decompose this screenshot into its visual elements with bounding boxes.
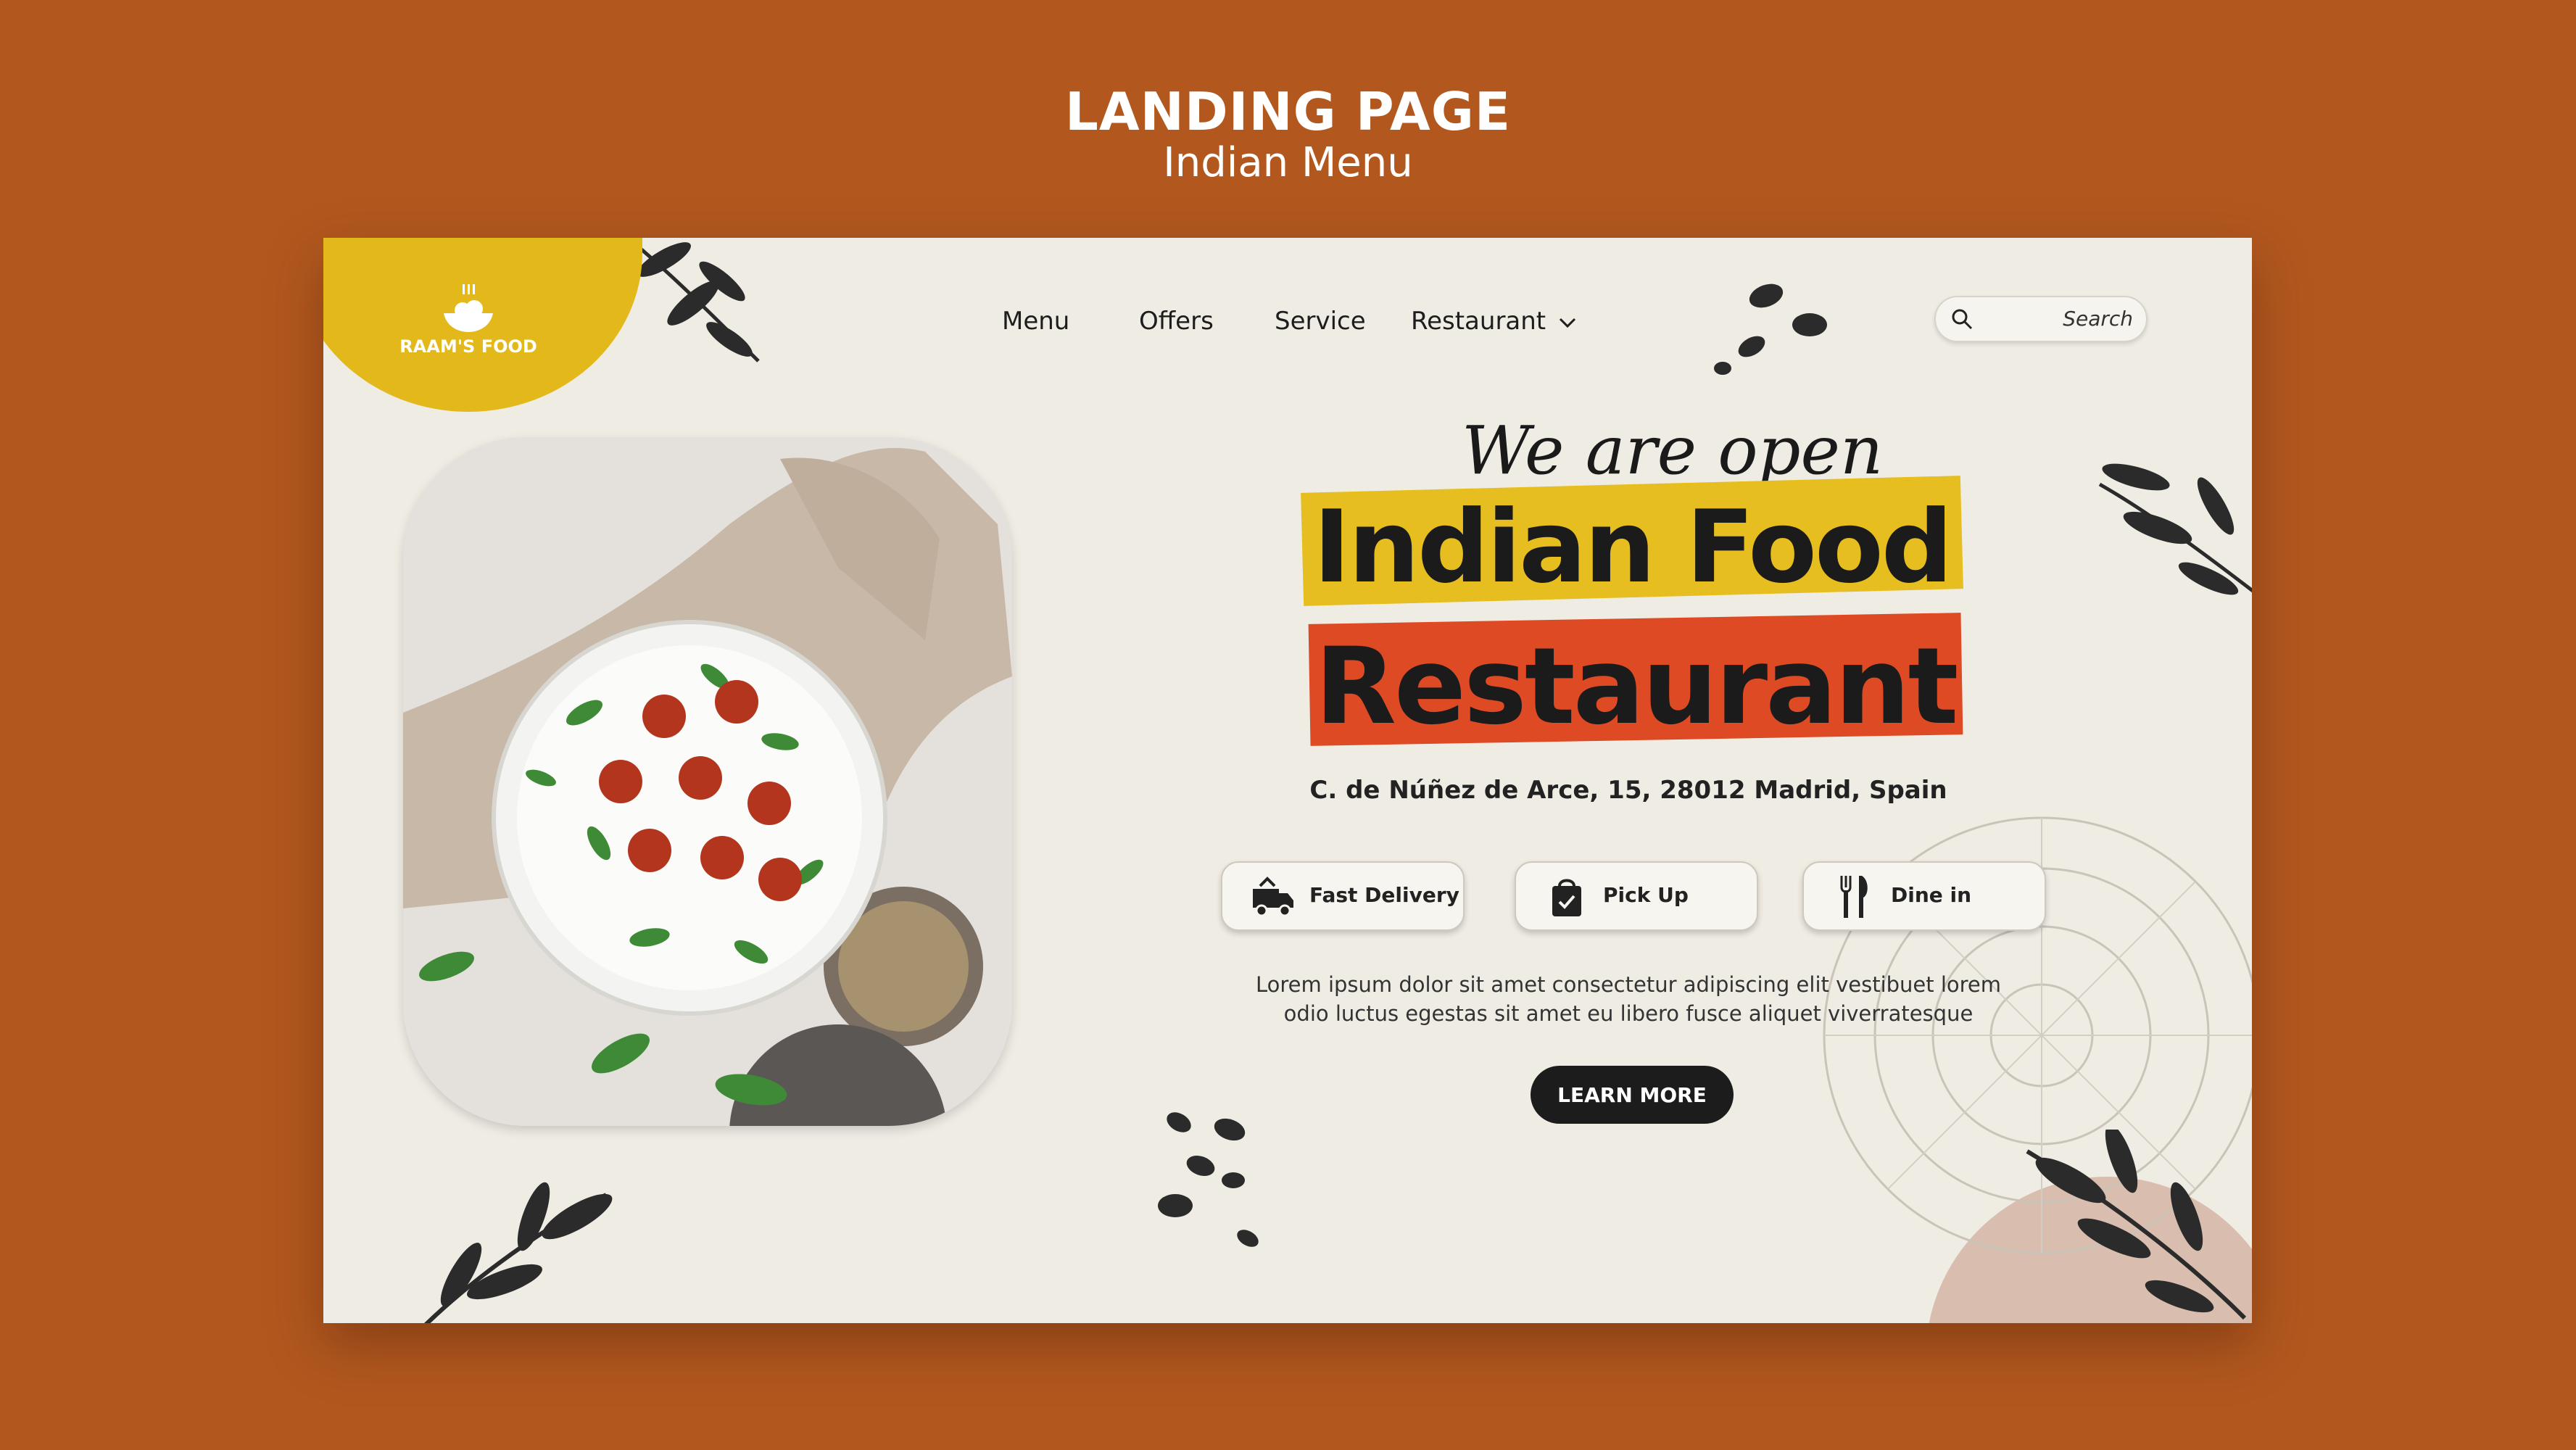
hero-description-line1: Lorem ipsum dolor sit amet consectetur a… <box>1255 972 2002 997</box>
leaf-decoration-bottom-right-icon <box>2026 1130 2247 1320</box>
hero-headline-line1: Indian Food <box>1313 489 1952 605</box>
fork-knife-icon <box>1840 876 1868 918</box>
chevron-down-icon <box>1559 318 1576 328</box>
nav-item-restaurant-label: Restaurant <box>1411 307 1546 336</box>
search-input[interactable] <box>1987 303 2134 334</box>
nav-item-restaurant[interactable]: Restaurant <box>1411 307 1577 336</box>
leaf-decoration-bottom-left-icon <box>423 1182 613 1323</box>
frame-subtitle: Indian Menu <box>1163 139 1413 186</box>
service-dine-in-button[interactable]: Dine in <box>1802 861 2046 931</box>
service-label: Dine in <box>1891 883 1972 907</box>
shopping-bag-icon <box>1552 879 1581 916</box>
service-fast-delivery-button[interactable]: Fast Delivery <box>1221 861 1465 931</box>
hero-food-image <box>403 437 1012 1126</box>
brand-logo[interactable]: RAAM'S FOOD <box>396 283 541 357</box>
service-pick-up-button[interactable]: Pick Up <box>1515 861 1758 931</box>
service-label: Pick Up <box>1603 883 1689 907</box>
search-box[interactable] <box>1934 296 2148 342</box>
nav-item-offers[interactable]: Offers <box>1139 307 1214 336</box>
leaf-decoration-right-icon <box>2098 463 2252 595</box>
seed-dots-decoration-2-icon <box>1158 1112 1259 1247</box>
delivery-truck-icon <box>1253 877 1293 917</box>
hero-tagline: We are open <box>1462 412 1884 489</box>
hero-description: Lorem ipsum dolor sit amet consectetur a… <box>1157 970 2100 1028</box>
hero-headline-line2: Restaurant <box>1314 625 1959 748</box>
food-bowl-icon <box>444 284 493 332</box>
seed-dots-decoration-icon <box>1714 283 1827 375</box>
nav-item-service[interactable]: Service <box>1275 307 1366 336</box>
frame-title: LANDING PAGE <box>1065 81 1511 142</box>
landing-page-card: RAAM'S FOOD Menu Offers Service Restaura… <box>323 238 2252 1323</box>
hero-description-line2: odio luctus egestas sit amet eu libero f… <box>1283 1001 1974 1026</box>
nav-item-menu[interactable]: Menu <box>1002 307 1069 336</box>
learn-more-button[interactable]: LEARN MORE <box>1531 1066 1734 1124</box>
search-icon <box>1952 309 1973 330</box>
restaurant-address: C. de Núñez de Arce, 15, 28012 Madrid, S… <box>1309 776 1947 805</box>
brand-name: RAAM'S FOOD <box>399 336 537 357</box>
service-label: Fast Delivery <box>1309 883 1459 907</box>
